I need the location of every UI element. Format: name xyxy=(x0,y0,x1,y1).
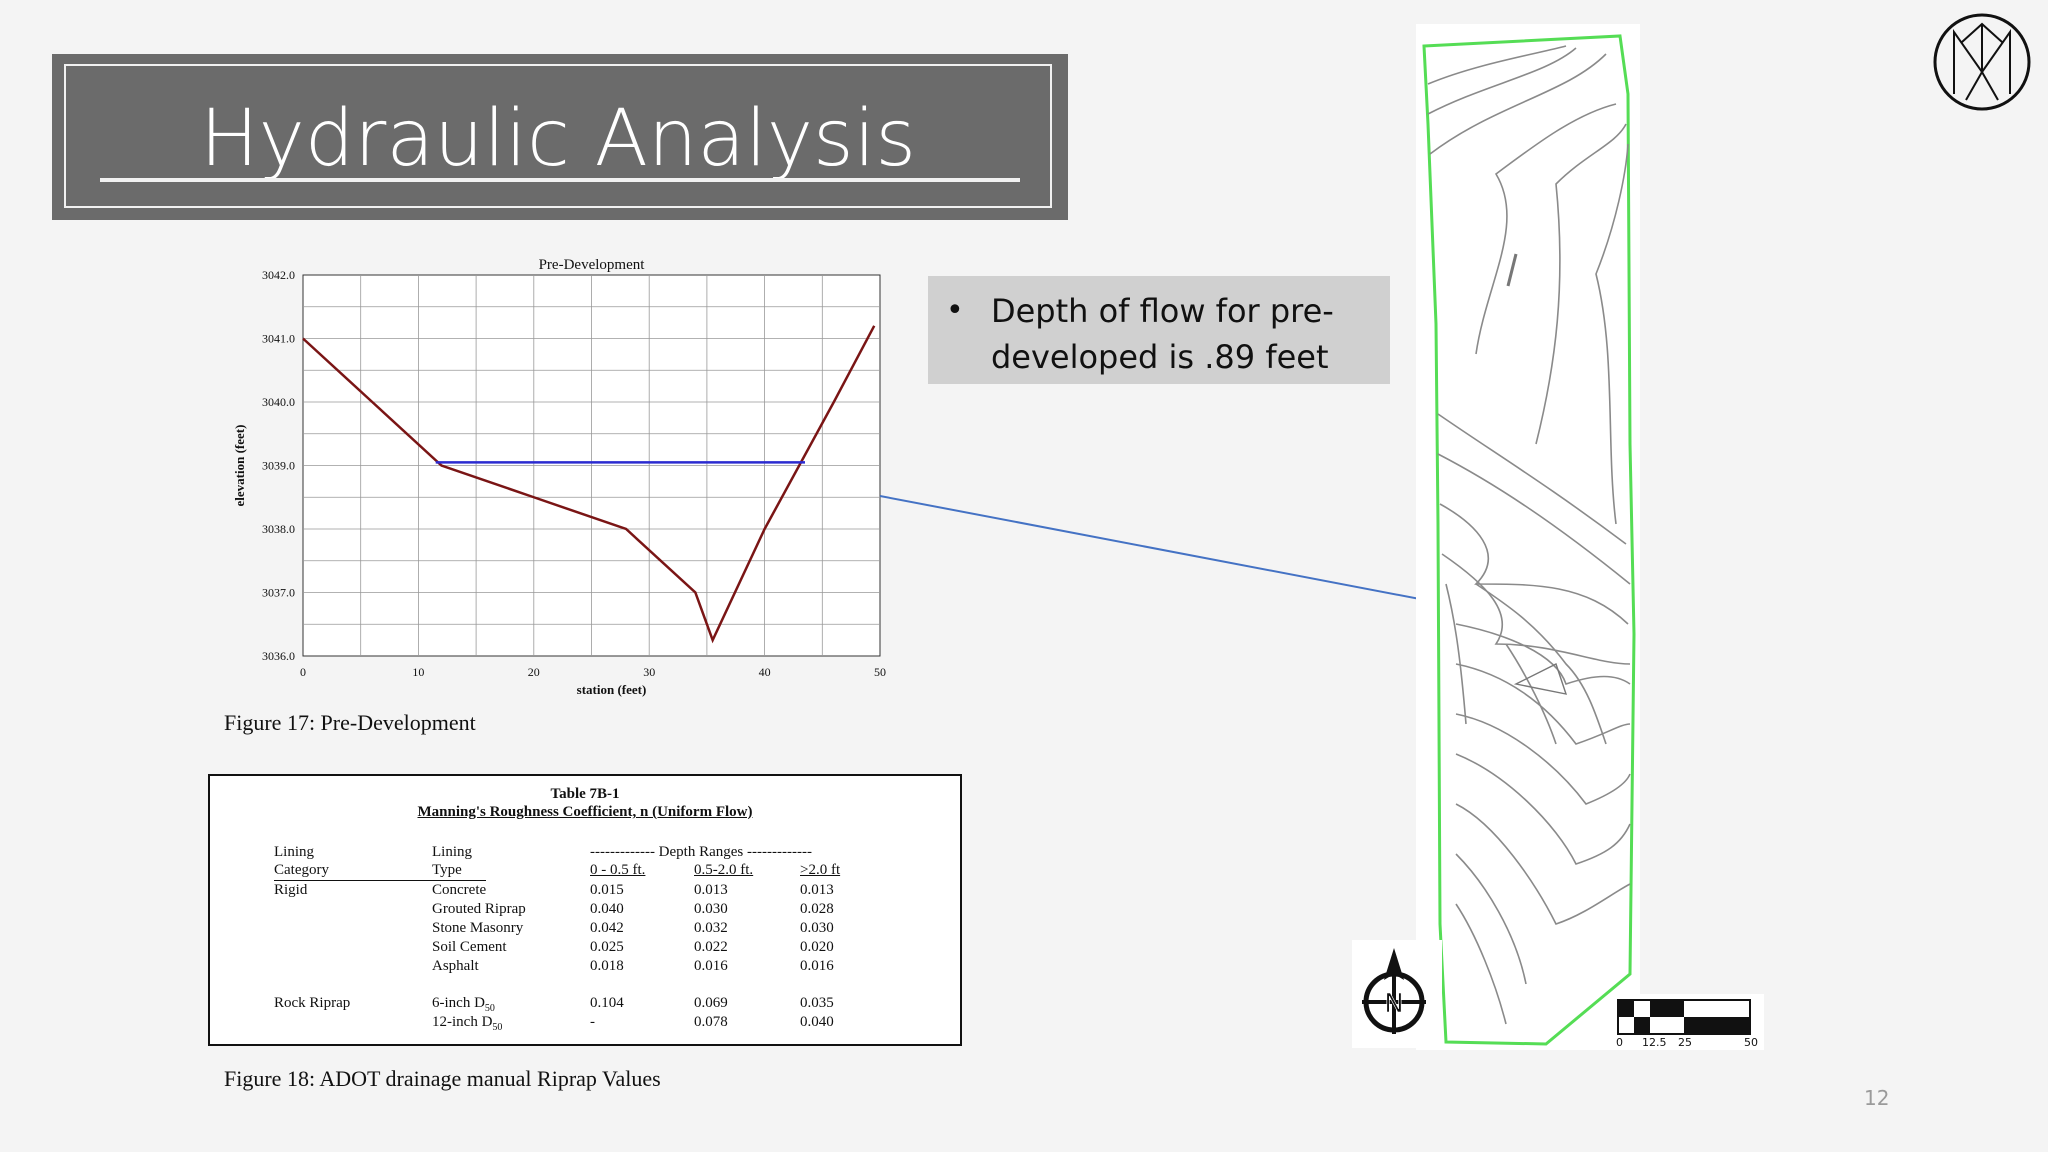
title-underline xyxy=(100,178,1020,182)
mannings-table: Table 7B-1 Manning's Roughness Coefficie… xyxy=(208,774,962,1046)
table-cell-n-medium: 0.022 xyxy=(694,939,728,955)
header-lining-1: Lining xyxy=(274,844,314,860)
y-tick-label: 3041.0 xyxy=(262,332,295,346)
circular-monogram-logo-icon xyxy=(1933,13,2031,111)
y-tick-label: 3040.0 xyxy=(262,395,295,409)
table-cell-n-shallow: 0.104 xyxy=(590,995,624,1011)
header-range-3: >2.0 ft xyxy=(800,862,841,878)
bullet-item: • Depth of flow for pre-developed is .89… xyxy=(946,288,1372,380)
table-cell-n-medium: 0.016 xyxy=(694,958,728,974)
x-tick-label: 50 xyxy=(874,665,886,679)
table-cell-n-shallow: - xyxy=(590,1014,595,1030)
scale-bar-panel: 0 12.5 25 50 xyxy=(1614,994,1764,1050)
table-cell-n-shallow: 0.042 xyxy=(590,920,624,936)
x-tick-label: 10 xyxy=(412,665,424,679)
x-tick-label: 40 xyxy=(759,665,771,679)
table-cell-n-medium: 0.069 xyxy=(694,995,728,1011)
pre-development-chart: Pre-Development 0 10 20 30 40 50 3036.0 3037.0 30… xyxy=(232,257,886,697)
header-type: Type xyxy=(432,862,462,878)
table-cell-lining-type: Grouted Riprap xyxy=(432,901,526,917)
table-subtitle: Manning's Roughness Coefficient, n (Unif… xyxy=(417,804,753,820)
table-title: Table 7B-1 xyxy=(550,786,620,802)
table-cell-lining-type: Soil Cement xyxy=(432,939,507,955)
table-cell-n-shallow: 0.015 xyxy=(590,882,624,898)
header-range-2: 0.5-2.0 ft. xyxy=(694,862,754,878)
scale-label-0: 0 xyxy=(1616,1036,1623,1049)
header-category: Category xyxy=(274,862,329,878)
scale-label-25: 25 xyxy=(1678,1036,1692,1049)
table-cell-n-shallow: 0.025 xyxy=(590,939,624,955)
x-tick-label: 30 xyxy=(643,665,655,679)
bullet-text: Depth of flow for pre-developed is .89 f… xyxy=(990,292,1334,376)
y-tick-label: 3038.0 xyxy=(262,522,295,536)
header-range-1: 0 - 0.5 ft. xyxy=(590,862,646,878)
table-cell-lining-type: Concrete xyxy=(432,882,487,898)
y-tick-label: 3039.0 xyxy=(262,459,295,473)
site-contour-map xyxy=(1416,24,1640,1050)
figure18-caption: Figure 18: ADOT drainage manual Riprap V… xyxy=(224,1066,661,1091)
connector-arrow xyxy=(879,495,1450,611)
title-frame: Hydraulic Analysis xyxy=(64,64,1052,208)
table-cell-lining-category: Rigid xyxy=(274,882,308,898)
table-cell-n-deep: 0.040 xyxy=(800,1014,834,1030)
x-tick-label: 20 xyxy=(528,665,540,679)
scale-bar-icon: 0 12.5 25 50 xyxy=(1616,999,1758,1049)
site-boundary xyxy=(1422,34,1636,1046)
table-cell-n-medium: 0.013 xyxy=(694,882,728,898)
table-cell-n-shallow: 0.040 xyxy=(590,901,624,917)
title-banner: Hydraulic Analysis xyxy=(52,54,1068,220)
header-underline xyxy=(274,880,486,881)
header-lining-2: Lining xyxy=(432,844,472,860)
subscript: 50 xyxy=(492,1022,503,1033)
scale-label-50: 50 xyxy=(1744,1036,1758,1049)
table-cell-n-deep: 0.035 xyxy=(800,995,834,1011)
header-depth-ranges: ------------- Depth Ranges ------------- xyxy=(590,844,812,860)
table-cell-n-medium: 0.078 xyxy=(694,1014,728,1030)
table-cell-n-deep: 0.016 xyxy=(800,958,834,974)
y-tick-label: 3037.0 xyxy=(262,586,295,600)
table-cell-n-deep: 0.028 xyxy=(800,901,834,917)
scale-label-12-5: 12.5 xyxy=(1642,1036,1667,1049)
x-axis-label: station (feet) xyxy=(577,682,647,697)
x-tick-label: 0 xyxy=(300,665,306,679)
table-cell-lining-type: Asphalt xyxy=(432,958,479,974)
y-axis-label: elevation (feet) xyxy=(232,425,247,507)
subscript: 50 xyxy=(484,1003,495,1014)
figure17-caption: Figure 17: Pre-Development xyxy=(224,710,476,735)
slide-title: Hydraulic Analysis xyxy=(199,94,916,184)
table-cell-lining-type: 6-inch D50 xyxy=(432,995,495,1014)
north-arrow-panel: N xyxy=(1352,940,1442,1048)
contour-map-drawing xyxy=(1422,34,1636,1046)
bullet-dot-icon: • xyxy=(946,293,964,328)
bullet-box: • Depth of flow for pre-developed is .89… xyxy=(928,276,1390,384)
table-cell-n-medium: 0.032 xyxy=(694,920,728,936)
table-cell-n-medium: 0.030 xyxy=(694,901,728,917)
table-cell-lining-type: Stone Masonry xyxy=(432,920,524,936)
table-cell-lining-type: 12-inch D50 xyxy=(432,1014,503,1033)
y-tick-label: 3036.0 xyxy=(262,649,295,663)
table-cell-n-deep: 0.030 xyxy=(800,920,834,936)
compass-icon: N xyxy=(1362,948,1426,1034)
compass-north-letter: N xyxy=(1384,989,1403,1019)
table-cell-n-shallow: 0.018 xyxy=(590,958,624,974)
chart-title: Pre-Development xyxy=(539,257,646,273)
y-tick-label: 3042.0 xyxy=(262,268,295,282)
table-cell-n-deep: 0.013 xyxy=(800,882,834,898)
page-number: 12 xyxy=(1864,1086,1890,1110)
table-cell-lining-category: Rock Riprap xyxy=(274,995,351,1011)
table-cell-n-deep: 0.020 xyxy=(800,939,834,955)
